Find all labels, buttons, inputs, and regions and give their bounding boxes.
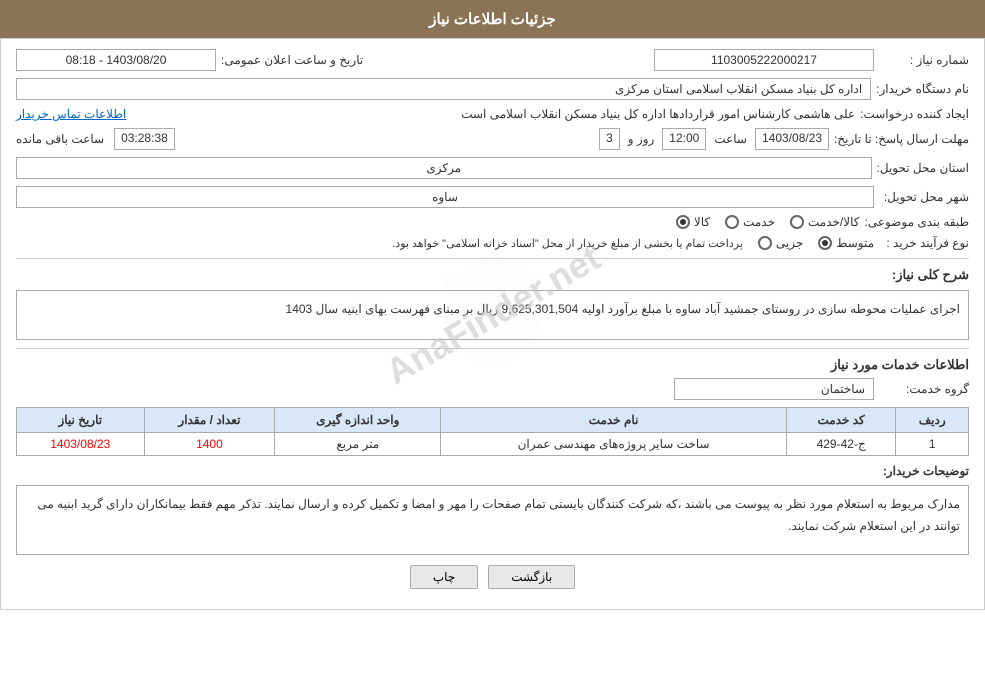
category-option-kala-khadamat: کالا/خدمت (790, 215, 859, 229)
row-buyer: نام دستگاه خریدار: اداره کل بنیاد مسکن ا… (16, 78, 969, 100)
process-radio-group: متوسط جزیی (758, 236, 874, 250)
creator-label: ایجاد کننده درخواست: (860, 107, 969, 121)
deadline-remaining-label: ساعت باقی مانده (16, 132, 104, 146)
cell-service-name: ساخت سایر پروژه‌های مهندسی عمران (441, 433, 787, 456)
col-row-num: ردیف (896, 408, 969, 433)
buyer-label: نام دستگاه خریدار: (876, 82, 969, 96)
buttons-row: بازگشت چاپ (16, 565, 969, 589)
deadline-time-label: ساعت (714, 132, 747, 146)
process-option-jozyi: جزیی (758, 236, 803, 250)
category-radio-kala-khadamat[interactable] (790, 215, 804, 229)
category-radio-kala[interactable] (676, 215, 690, 229)
row-process: نوع فرآیند خرید : متوسط جزیی پرداخت تمام… (16, 236, 969, 250)
table-header-row: ردیف کد خدمت نام خدمت واحد اندازه گیری ت… (17, 408, 969, 433)
category-option-khadamat: خدمت (725, 215, 775, 229)
row-need-number: شماره نیاز : 1103005222000217 تاریخ و سا… (16, 49, 969, 71)
deadline-time: 12:00 (662, 128, 706, 150)
row-notes-label: توضیحات خریدار: (16, 464, 969, 478)
cell-service-code: ج-42-429 (786, 433, 895, 456)
category-label-kala-khadamat: کالا/خدمت (808, 215, 859, 229)
category-label-kala: کالا (694, 215, 710, 229)
row-city: شهر محل تحویل: ساوه (16, 186, 969, 208)
page-title: جزئیات اطلاعات نیاز (429, 11, 556, 28)
deadline-days-label: روز و (628, 132, 655, 146)
need-number-label: شماره نیاز : (879, 53, 969, 67)
description-label: شرح کلی نیاز: (879, 267, 969, 283)
service-group-label: گروه خدمت: (879, 382, 969, 396)
process-label: نوع فرآیند خرید : (879, 236, 969, 250)
category-label-khadamat: خدمت (743, 215, 775, 229)
col-service-name: نام خدمت (441, 408, 787, 433)
deadline-remaining: 03:28:38 (114, 128, 175, 150)
province-value: مرکزی (16, 157, 872, 179)
date-label: تاریخ و ساعت اعلان عمومی: (221, 53, 363, 67)
buyer-value: اداره کل بنیاد مسکن انقلاب اسلامی استان … (16, 78, 871, 100)
deadline-days: 3 (599, 128, 620, 150)
services-table: ردیف کد خدمت نام خدمت واحد اندازه گیری ت… (16, 407, 969, 456)
back-button[interactable]: بازگشت (488, 565, 575, 589)
buyer-notes-value: مدارک مربوط به استعلام مورد نظر به پیوست… (16, 485, 969, 555)
table-row: 1 ج-42-429 ساخت سایر پروژه‌های مهندسی عم… (17, 433, 969, 456)
creator-value: علی هاشمی کارشناس امور قراردادها اداره ک… (136, 107, 855, 121)
process-label-jozyi: جزیی (776, 236, 803, 250)
col-unit: واحد اندازه گیری (275, 408, 441, 433)
cell-row-num: 1 (896, 433, 969, 456)
cell-unit: متر مربع (275, 433, 441, 456)
row-category: طبقه بندی موضوعی: کالا/خدمت خدمت کالا (16, 215, 969, 229)
service-group-value: ساختمان (674, 378, 874, 400)
col-service-code: کد خدمت (786, 408, 895, 433)
city-label: شهر محل تحویل: (879, 190, 969, 204)
main-content: شماره نیاز : 1103005222000217 تاریخ و سا… (0, 38, 985, 610)
deadline-label: مهلت ارسال پاسخ: تا تاریخ: (834, 132, 969, 146)
cell-quantity: 1400 (144, 433, 275, 456)
page-header: جزئیات اطلاعات نیاز (0, 0, 985, 38)
buyer-notes-label: توضیحات خریدار: (879, 464, 969, 478)
category-radio-khadamat[interactable] (725, 215, 739, 229)
city-value: ساوه (16, 186, 874, 208)
category-option-kala: کالا (676, 215, 710, 229)
row-deadline: مهلت ارسال پاسخ: تا تاریخ: 1403/08/23 سا… (16, 128, 969, 150)
contact-link[interactable]: اطلاعات تماس خریدار (16, 107, 126, 121)
row-service-group: گروه خدمت: ساختمان (16, 378, 969, 400)
col-quantity: تعداد / مقدار (144, 408, 275, 433)
process-radio-motavaset[interactable] (818, 236, 832, 250)
description-container: AnaFinder.net اجرای عملیات محوطه سازی در… (16, 290, 969, 340)
process-label-motavaset: متوسط (836, 236, 874, 250)
print-button[interactable]: چاپ (410, 565, 478, 589)
need-number-value: 1103005222000217 (654, 49, 874, 71)
province-label: استان محل تحویل: (877, 161, 969, 175)
cell-date: 1403/08/23 (17, 433, 145, 456)
row-creator: ایجاد کننده درخواست: علی هاشمی کارشناس ا… (16, 107, 969, 121)
category-radio-group: کالا/خدمت خدمت کالا (676, 215, 860, 229)
col-date: تاریخ نیاز (17, 408, 145, 433)
process-option-motavaset: متوسط (818, 236, 874, 250)
watermark-shield (433, 254, 553, 377)
deadline-date: 1403/08/23 (755, 128, 829, 150)
date-value: 1403/08/20 - 08:18 (16, 49, 216, 71)
row-province: استان محل تحویل: مرکزی (16, 157, 969, 179)
process-note: پرداخت تمام یا بخشی از مبلغ خریدار از مح… (392, 237, 743, 250)
category-label: طبقه بندی موضوعی: (864, 215, 969, 229)
page-container: جزئیات اطلاعات نیاز شماره نیاز : 1103005… (0, 0, 985, 691)
process-radio-jozyi[interactable] (758, 236, 772, 250)
